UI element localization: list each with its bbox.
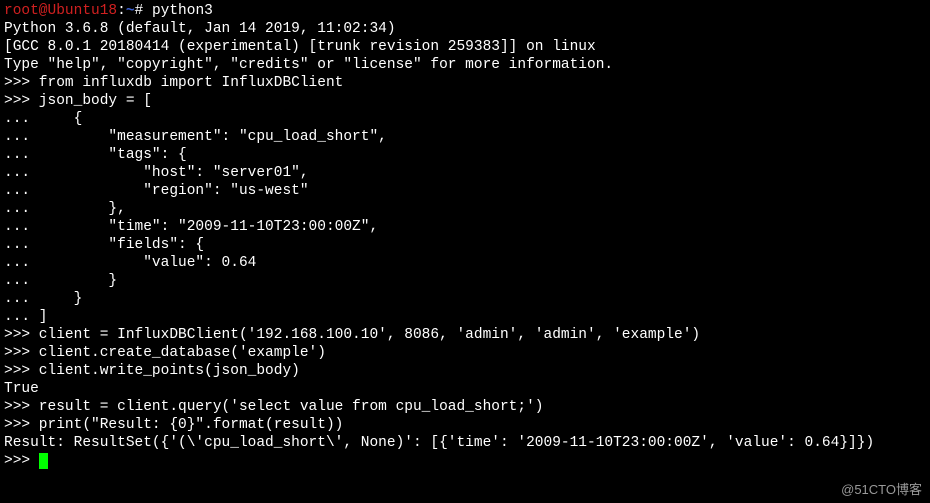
- repl-line: >>> print("Result: {0}".format(result)): [4, 417, 343, 433]
- repl-line: >>> client.create_database('example'): [4, 345, 326, 361]
- repl-line: ... {: [4, 111, 82, 127]
- repl-line: ... "value": 0.64: [4, 255, 256, 271]
- repl-line: >>> client = InfluxDBClient('192.168.100…: [4, 327, 700, 343]
- prompt-sep2: #: [135, 3, 152, 19]
- repl-line: ... }: [4, 291, 82, 307]
- prompt-user: root@Ubuntu18: [4, 3, 117, 19]
- prompt-path: ~: [126, 3, 135, 19]
- shell-command: python3: [152, 3, 213, 19]
- repl-prompt: >>>: [4, 453, 39, 469]
- prompt-sep1: :: [117, 3, 126, 19]
- python-banner-line: Python 3.6.8 (default, Jan 14 2019, 11:0…: [4, 21, 404, 37]
- repl-line: >>> from influxdb import InfluxDBClient: [4, 75, 343, 91]
- terminal-output[interactable]: root@Ubuntu18:~# python3 Python 3.6.8 (d…: [4, 2, 926, 470]
- repl-output: Result: ResultSet({'(\'cpu_load_short\',…: [4, 435, 874, 451]
- repl-line: ... "fields": {: [4, 237, 204, 253]
- repl-line: ... },: [4, 201, 126, 217]
- repl-line: ... "host": "server01",: [4, 165, 309, 181]
- python-banner-line: Type "help", "copyright", "credits" or "…: [4, 57, 613, 73]
- repl-line: ... ]: [4, 309, 48, 325]
- repl-line: >>> json_body = [: [4, 93, 152, 109]
- cursor-icon: [39, 453, 48, 469]
- watermark-text: @51CTO博客: [841, 481, 922, 499]
- repl-line: ... "tags": {: [4, 147, 187, 163]
- repl-line: >>> result = client.query('select value …: [4, 399, 544, 415]
- repl-line: ... "time": "2009-11-10T23:00:00Z",: [4, 219, 378, 235]
- repl-line: ... "region": "us-west": [4, 183, 309, 199]
- repl-line: ... "measurement": "cpu_load_short",: [4, 129, 387, 145]
- repl-line: ... }: [4, 273, 117, 289]
- repl-output: True: [4, 381, 39, 397]
- repl-line: >>> client.write_points(json_body): [4, 363, 300, 379]
- python-banner-line: [GCC 8.0.1 20180414 (experimental) [trun…: [4, 39, 596, 55]
